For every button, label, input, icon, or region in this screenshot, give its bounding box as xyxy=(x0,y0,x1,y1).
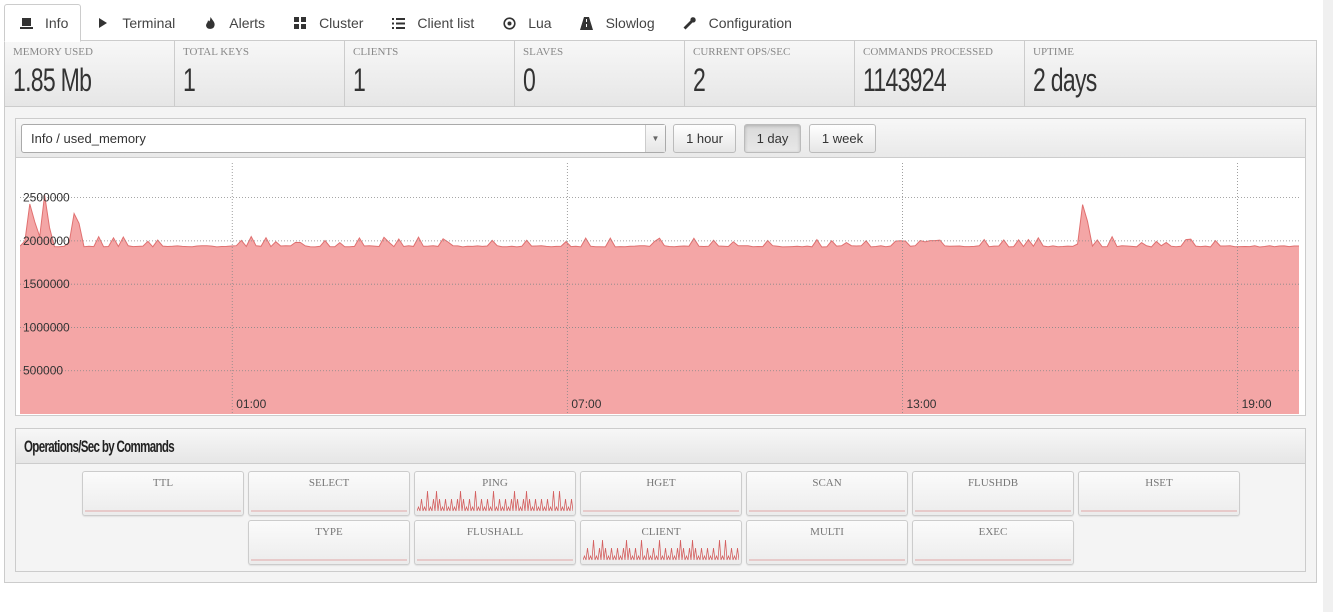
tab-label: Cluster xyxy=(319,15,364,31)
stat-label: TOTAL KEYS xyxy=(183,46,250,58)
command-type[interactable]: TYPE xyxy=(248,520,410,565)
command-flushdb[interactable]: FLUSHDB xyxy=(912,471,1074,516)
info-icon xyxy=(19,16,33,30)
cluster-icon xyxy=(293,16,307,30)
stat-uptime: UPTIME 2 days xyxy=(1025,41,1195,107)
lua-icon xyxy=(502,16,516,30)
memory-area-chart: 500000 1000000 1500000 2000000 2500000 01:00 0… xyxy=(20,163,1299,414)
stat-slaves: SLAVES 0 xyxy=(515,41,685,107)
range-1-week-button[interactable]: 1 week xyxy=(809,124,876,153)
command-sparkline xyxy=(417,490,573,512)
command-sparkline xyxy=(583,539,739,561)
stat-label: CLIENTS xyxy=(353,46,399,58)
command-multi[interactable]: MULTI xyxy=(746,520,908,565)
list-icon xyxy=(391,16,405,30)
metric-select[interactable]: Info / used_memory ▼ xyxy=(21,124,666,153)
stat-memory-used: MEMORY USED 1.85 Mb xyxy=(5,41,175,107)
tab-slowlog[interactable]: Slowlog xyxy=(565,4,668,41)
range-1-day-button[interactable]: 1 day xyxy=(744,124,801,153)
x-tick-label: 01:00 xyxy=(236,397,266,411)
tab-alerts[interactable]: Alerts xyxy=(188,4,278,41)
command-flushall[interactable]: FLUSHALL xyxy=(414,520,576,565)
x-tick-label: 19:00 xyxy=(1242,397,1272,411)
stat-value: 2 days xyxy=(1033,62,1097,98)
stat-value: 1143924 xyxy=(863,62,947,98)
tab-label: Client list xyxy=(417,15,475,31)
sparkline-path xyxy=(583,539,739,561)
tab-configuration[interactable]: Configuration xyxy=(668,4,805,41)
tab-label: Configuration xyxy=(708,15,792,31)
ops-header: Operations/Sec by Commands xyxy=(16,429,1305,464)
stat-label: UPTIME xyxy=(1033,46,1074,58)
x-tick-label: 13:00 xyxy=(906,397,936,411)
terminal-icon xyxy=(96,16,110,30)
page-scrollbar[interactable] xyxy=(1323,0,1333,612)
command-sparkline xyxy=(915,559,1071,561)
tab-cluster[interactable]: Cluster xyxy=(278,4,376,41)
stat-total-keys: TOTAL KEYS 1 xyxy=(175,41,345,107)
stat-clients: CLIENTS 1 xyxy=(345,41,515,107)
chart-toolbar: Info / used_memory ▼ 1 hour 1 day 1 week xyxy=(16,119,1305,158)
metric-select-value: Info / used_memory xyxy=(31,131,146,146)
tab-label: Info xyxy=(45,15,69,31)
stat-current-ops: CURRENT OPS/SEC 2 xyxy=(685,41,855,107)
command-sparkline xyxy=(85,510,241,512)
memory-area xyxy=(20,195,1299,414)
stat-value: 1.85 Mb xyxy=(13,62,92,98)
command-select[interactable]: SELECT xyxy=(248,471,410,516)
command-sparkline xyxy=(749,559,905,561)
command-hset[interactable]: HSET xyxy=(1078,471,1240,516)
stat-label: COMMANDS PROCESSED xyxy=(863,46,993,58)
fire-icon xyxy=(203,16,217,30)
stat-value: 1 xyxy=(353,62,366,98)
stat-label: SLAVES xyxy=(523,46,564,58)
stat-value: 2 xyxy=(693,62,706,98)
command-hget[interactable]: HGET xyxy=(580,471,742,516)
stat-value: 0 xyxy=(523,62,536,98)
tab-label: Alerts xyxy=(229,15,266,31)
command-sparkline xyxy=(915,510,1071,512)
tab-label: Terminal xyxy=(122,15,176,31)
y-tick-label: 1000000 xyxy=(23,320,70,334)
command-sparkline xyxy=(251,559,407,561)
tab-bar: Info Terminal Alerts Cluster Client list… xyxy=(4,4,805,42)
command-sparkline xyxy=(251,510,407,512)
y-tick-label: 2500000 xyxy=(23,191,70,205)
x-tick-label: 07:00 xyxy=(571,397,601,411)
command-sparkline xyxy=(1081,510,1237,512)
stats-bar: MEMORY USED 1.85 Mb TOTAL KEYS 1 CLIENTS… xyxy=(5,41,1316,107)
dropdown-arrow-icon[interactable]: ▼ xyxy=(645,125,665,152)
tab-info[interactable]: Info xyxy=(4,4,82,42)
tab-lua[interactable]: Lua xyxy=(487,4,564,41)
ops-title: Operations/Sec by Commands xyxy=(24,437,175,456)
command-exec[interactable]: EXEC xyxy=(912,520,1074,565)
stat-label: MEMORY USED xyxy=(13,46,93,58)
command-sparkline xyxy=(417,559,573,561)
stat-value: 1 xyxy=(183,62,196,98)
sparkline-path xyxy=(417,490,573,512)
tab-client-list[interactable]: Client list xyxy=(376,4,487,41)
road-icon xyxy=(580,16,594,30)
stat-label: CURRENT OPS/SEC xyxy=(693,46,791,58)
stat-commands-processed: COMMANDS PROCESSED 1143924 xyxy=(855,41,1025,107)
range-1-hour-button[interactable]: 1 hour xyxy=(673,124,736,153)
y-tick-label: 1500000 xyxy=(23,277,70,291)
wrench-icon xyxy=(683,16,697,30)
command-sparkline xyxy=(583,510,739,512)
command-client[interactable]: CLIENT xyxy=(580,520,742,565)
command-sparkline xyxy=(749,510,905,512)
tab-label: Lua xyxy=(528,15,552,31)
command-ping[interactable]: PING xyxy=(414,471,576,516)
tab-label: Slowlog xyxy=(605,15,655,31)
command-ttl[interactable]: TTL xyxy=(82,471,244,516)
tab-terminal[interactable]: Terminal xyxy=(81,4,188,41)
command-scan[interactable]: SCAN xyxy=(746,471,908,516)
ops-by-commands-panel: Operations/Sec by Commands TTL SELECT PING… xyxy=(15,428,1306,572)
info-panel: MEMORY USED 1.85 Mb TOTAL KEYS 1 CLIENTS… xyxy=(4,40,1317,583)
memory-chart-panel: Info / used_memory ▼ 1 hour 1 day 1 week… xyxy=(15,118,1306,416)
y-tick-label: 2000000 xyxy=(23,234,70,248)
y-tick-label: 500000 xyxy=(23,364,63,378)
